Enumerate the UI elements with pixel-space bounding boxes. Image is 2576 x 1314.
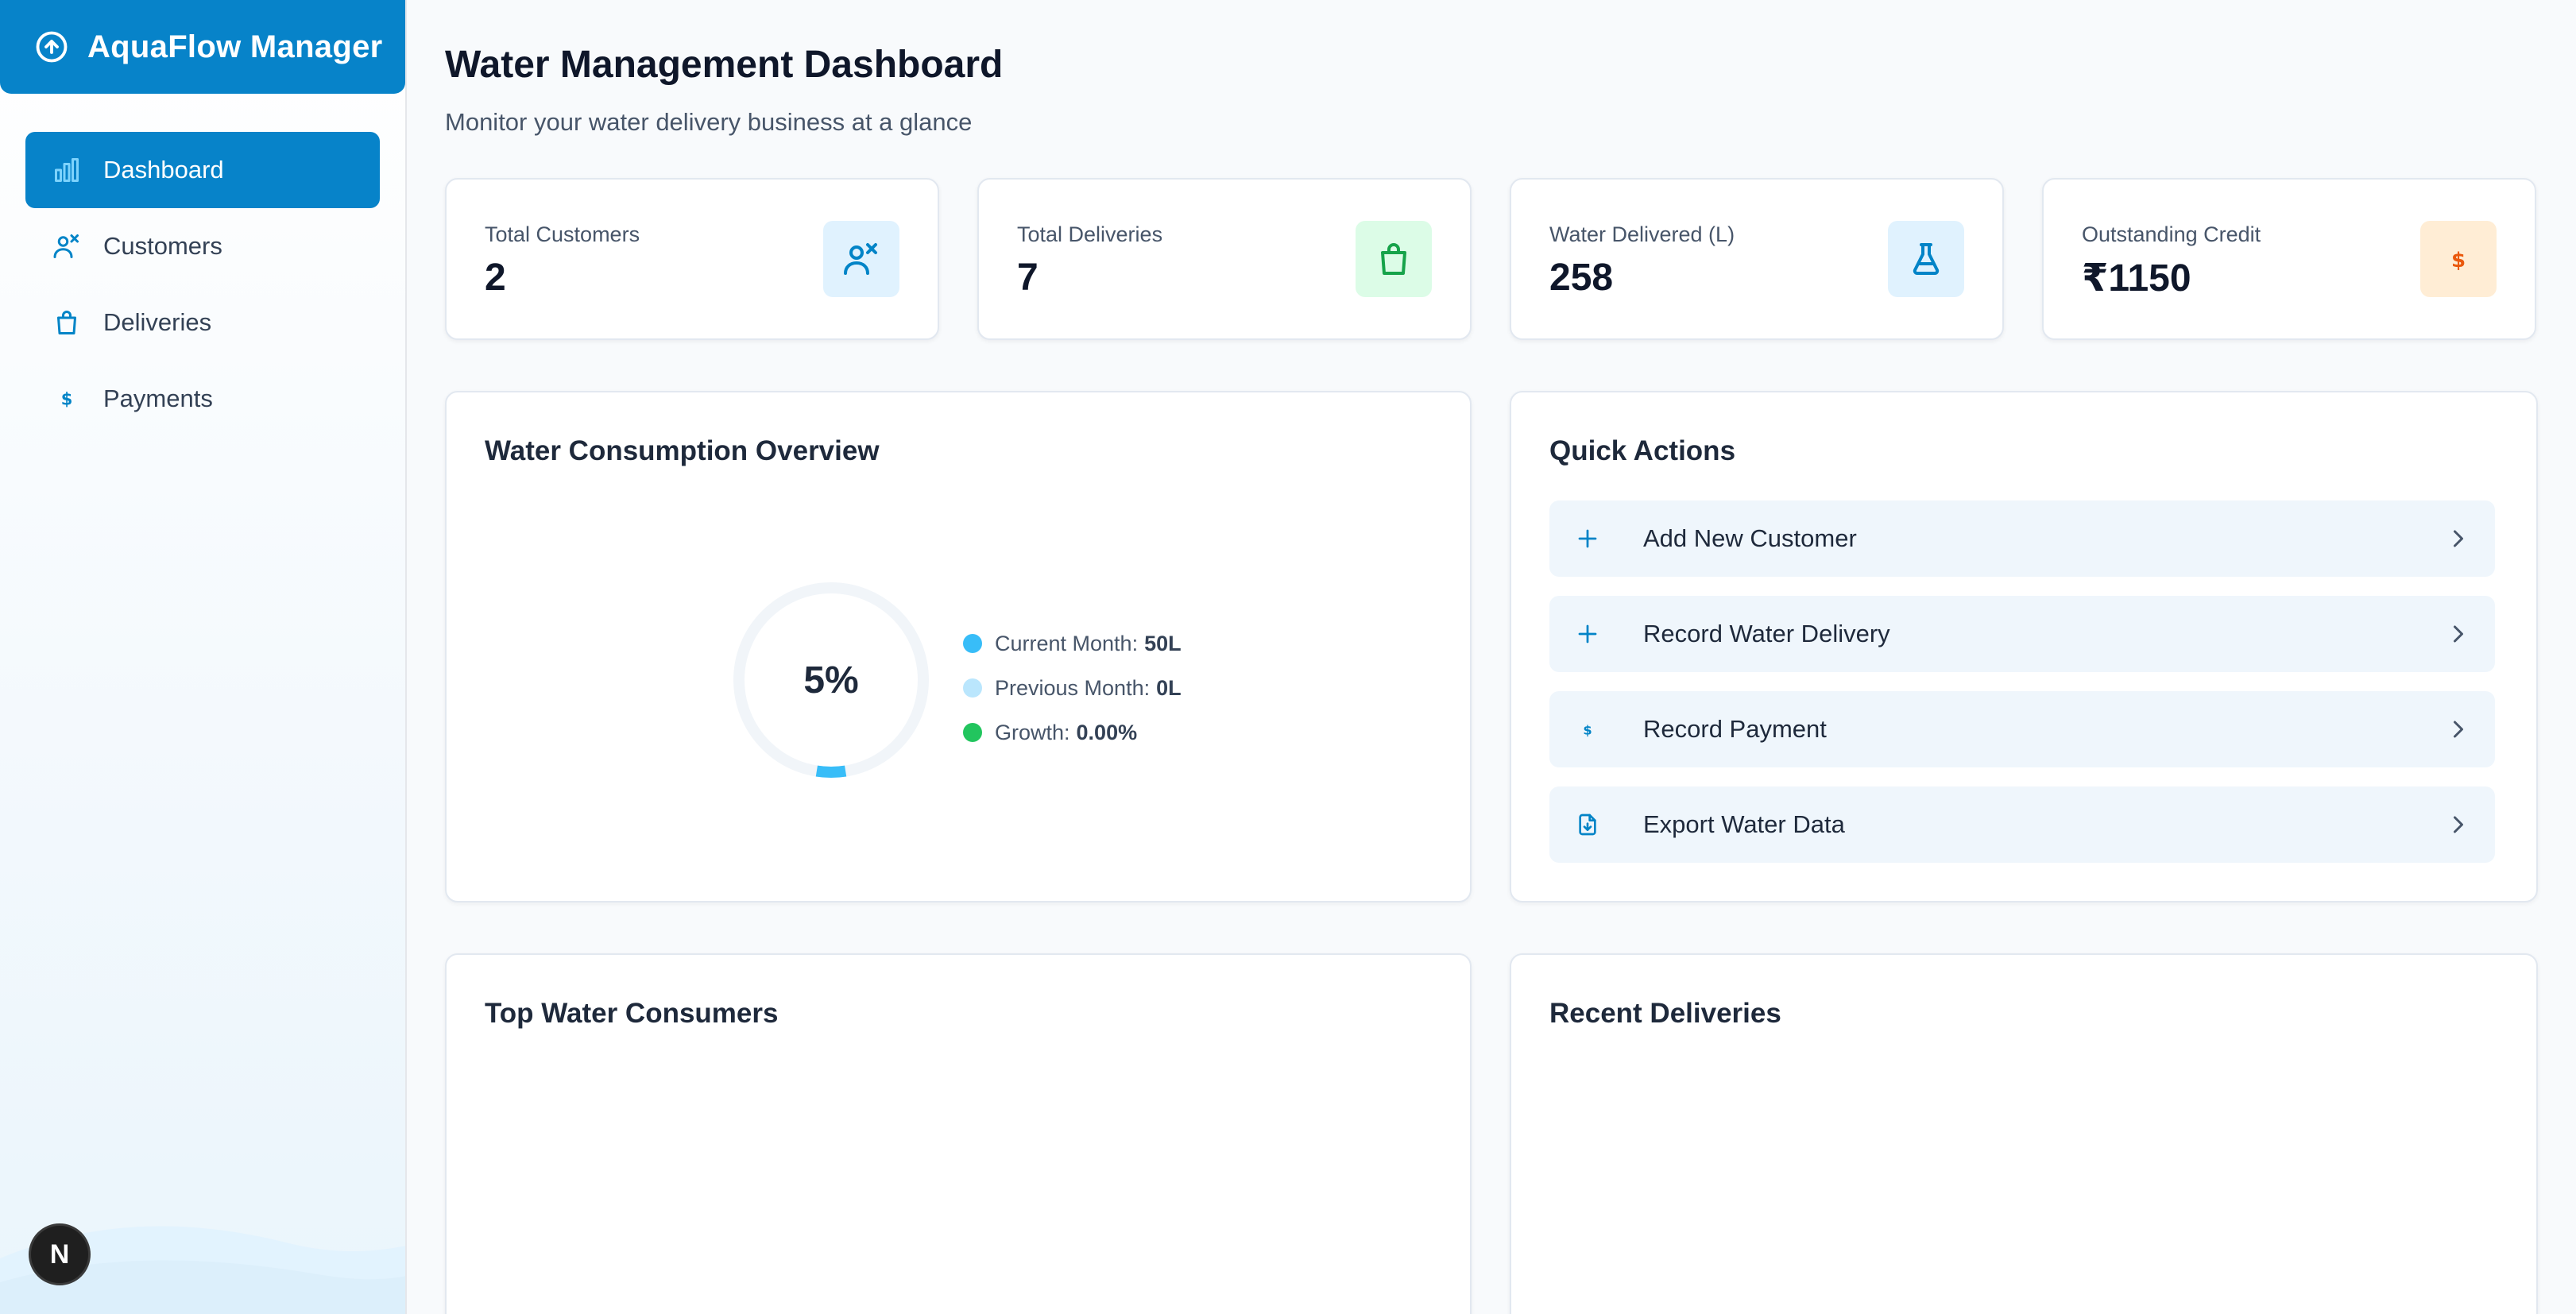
quick-action-label: Add New Customer (1643, 524, 1857, 552)
plus-icon (1573, 524, 1602, 553)
stat-label: Water Delivered (L) (1549, 222, 1735, 246)
panel-title: Top Water Consumers (485, 998, 779, 1029)
stat-label: Total Deliveries (1017, 222, 1163, 246)
export-water-data-button[interactable]: Export Water Data (1549, 786, 2495, 863)
shopping-bag-icon (52, 308, 81, 337)
panel-title: Quick Actions (1549, 435, 1736, 466)
stat-value: 258 (1549, 257, 1614, 299)
chevron-right-icon (2454, 721, 2463, 738)
nextjs-badge[interactable]: N (29, 1223, 91, 1285)
quick-action-label: Export Water Data (1643, 810, 1845, 838)
chevron-right-icon (2454, 530, 2463, 547)
legend-dot (963, 678, 982, 698)
sidebar-item-customers[interactable]: Customers (25, 208, 380, 284)
sidebar-item-deliveries[interactable]: Deliveries (25, 284, 380, 361)
page-title: Water Management Dashboard (445, 44, 1004, 86)
chevron-right-icon (2454, 625, 2463, 643)
arrow-up-circle-icon (36, 31, 68, 63)
flask-icon (1888, 221, 1964, 297)
water-consumption-panel: Water Consumption Overview 5% Current Mo… (445, 391, 1472, 902)
record-payment-button[interactable]: $ Record Payment (1549, 691, 2495, 767)
stat-card-total-customers: Total Customers 2 (445, 178, 939, 340)
recent-deliveries-panel: Recent Deliveries (1510, 953, 2538, 1314)
record-water-delivery-button[interactable]: Record Water Delivery (1549, 596, 2495, 672)
legend-dot (963, 634, 982, 653)
add-new-customer-button[interactable]: Add New Customer (1549, 500, 2495, 577)
dollar-icon: $ (2420, 221, 2497, 297)
sidebar-item-dashboard[interactable]: Dashboard (25, 132, 380, 208)
plus-icon (1573, 620, 1602, 648)
legend-label: Previous Month: (995, 675, 1151, 700)
chevron-right-icon (2454, 816, 2463, 833)
dollar-icon: $ (1573, 715, 1602, 744)
legend-dot (963, 723, 982, 742)
stat-label: Total Customers (485, 222, 640, 246)
app-name: AquaFlow Manager (87, 29, 383, 64)
brand-header[interactable]: AquaFlow Manager (0, 0, 405, 94)
users-icon (823, 221, 899, 297)
legend-item: Current Month: 50L (963, 621, 1182, 666)
svg-text:$: $ (61, 390, 73, 409)
sidebar-item-label: Dashboard (103, 156, 224, 184)
sidebar: AquaFlow Manager Dashboard Customers Del… (0, 0, 407, 1314)
stat-value: 7 (1017, 257, 1039, 299)
sidebar-item-label: Deliveries (103, 308, 212, 336)
stat-card-water-delivered: Water Delivered (L) 258 (1510, 178, 2004, 340)
svg-text:$: $ (1583, 722, 1592, 737)
bar-chart-icon (52, 156, 81, 184)
consumption-legend: Current Month: 50L Previous Month: 0L Gr… (963, 621, 1182, 755)
svg-text:$: $ (2451, 249, 2466, 272)
users-icon (52, 232, 81, 261)
file-download-icon (1573, 810, 1602, 839)
legend-value: 0L (1156, 675, 1182, 700)
page-subtitle: Monitor your water delivery business at … (445, 108, 973, 136)
donut-percent: 5% (803, 659, 859, 701)
stat-card-total-deliveries: Total Deliveries 7 (977, 178, 1472, 340)
panel-title: Water Consumption Overview (485, 435, 880, 466)
stat-value: ₹1150 (2082, 257, 2191, 300)
quick-actions-panel: Quick Actions Add New Customer Record Wa… (1510, 391, 2538, 902)
sidebar-nav: Dashboard Customers Deliveries $ Payment… (25, 132, 380, 437)
top-consumers-panel: Top Water Consumers (445, 953, 1472, 1314)
shopping-bag-icon (1356, 221, 1432, 297)
legend-label: Growth: (995, 720, 1070, 744)
legend-item: Previous Month: 0L (963, 666, 1182, 710)
legend-value: 50L (1144, 631, 1182, 655)
sidebar-item-label: Customers (103, 232, 222, 260)
stat-card-outstanding-credit: Outstanding Credit ₹1150 $ (2042, 178, 2536, 340)
dollar-icon: $ (52, 385, 81, 413)
stat-value: 2 (485, 257, 506, 299)
consumption-donut: 5% (729, 578, 933, 782)
panel-title: Recent Deliveries (1549, 998, 1781, 1029)
legend-item: Growth: 0.00% (963, 710, 1182, 755)
sidebar-item-label: Payments (103, 385, 213, 412)
stat-label: Outstanding Credit (2082, 222, 2261, 246)
legend-value: 0.00% (1076, 720, 1138, 744)
quick-action-label: Record Payment (1643, 715, 1827, 743)
quick-action-label: Record Water Delivery (1643, 620, 1890, 647)
legend-label: Current Month: (995, 631, 1139, 655)
sidebar-item-payments[interactable]: $ Payments (25, 361, 380, 437)
